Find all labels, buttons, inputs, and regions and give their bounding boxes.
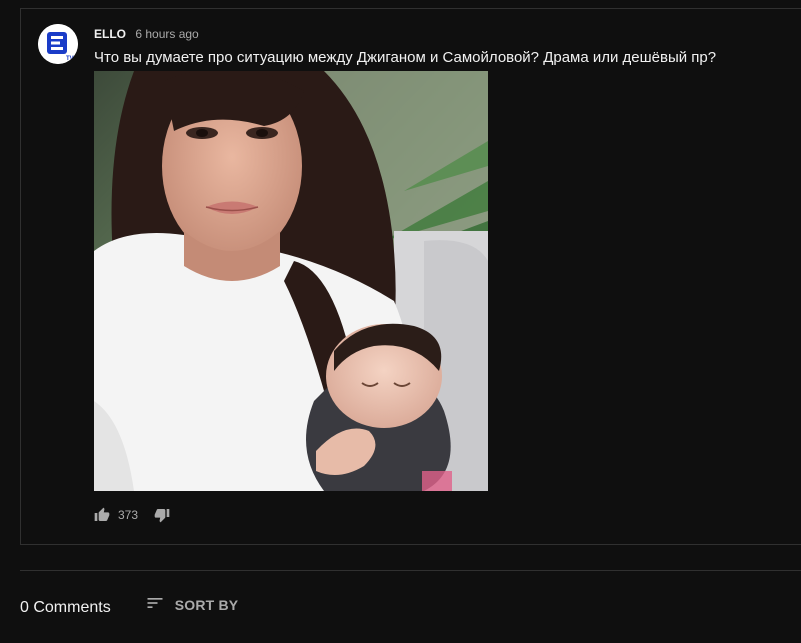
- comments-count: 0 Comments: [20, 599, 111, 616]
- author-name[interactable]: ELLO: [94, 27, 126, 41]
- community-post: TV ELLO 6 hours ago Что вы думаете про с…: [20, 8, 801, 545]
- post-photo: [94, 71, 488, 491]
- post-header: ELLO 6 hours ago: [94, 26, 199, 42]
- comments-header: 0 Comments SORT BY: [20, 596, 238, 620]
- sort-icon: [145, 593, 165, 618]
- avatar-badge: TV: [66, 56, 74, 62]
- sort-by-label: SORT BY: [174, 597, 239, 613]
- section-divider: [20, 570, 801, 571]
- channel-logo-icon: TV: [38, 24, 78, 64]
- post-text: Что вы думаете про ситуацию между Джиган…: [94, 49, 717, 66]
- post-image[interactable]: [94, 71, 488, 491]
- like-count: 373: [118, 508, 139, 522]
- thumbs-down-icon[interactable]: [154, 507, 170, 523]
- sort-by-button[interactable]: SORT BY: [145, 593, 239, 618]
- post-timestamp[interactable]: 6 hours ago: [135, 27, 198, 41]
- thumbs-up-icon[interactable]: [94, 507, 110, 523]
- post-actions: 373: [94, 505, 170, 525]
- channel-avatar[interactable]: TV: [38, 24, 78, 64]
